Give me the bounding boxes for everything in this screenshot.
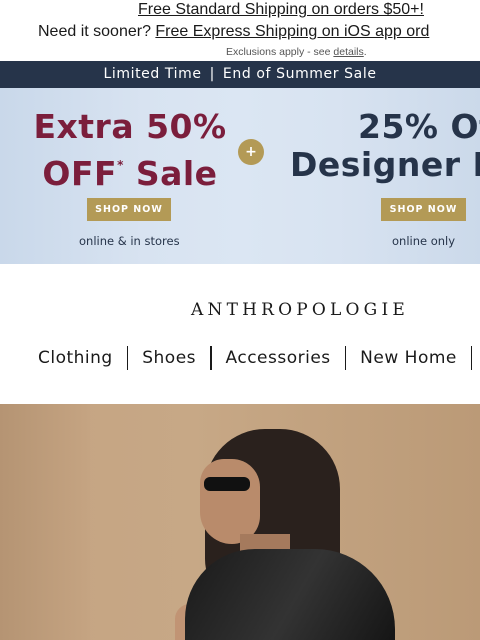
- exclusions-suffix: .: [363, 46, 367, 58]
- sale-banner[interactable]: Limited Time | End of Summer Sale: [0, 61, 480, 88]
- sunglasses-icon: [204, 477, 250, 491]
- exclusions-prefix: Exclusions apply - see: [226, 46, 334, 58]
- nav-item-accessories[interactable]: Accessories: [226, 348, 331, 368]
- model-face: [200, 459, 260, 544]
- details-link[interactable]: details: [333, 46, 363, 58]
- banner-right: End of Summer Sale: [222, 66, 377, 82]
- exclusions-line: Exclusions apply - see details.: [226, 45, 367, 59]
- nav-item-shoes[interactable]: Shoes: [142, 348, 196, 368]
- nav-divider: [470, 346, 473, 370]
- shipping-header: Free Standard Shipping on orders $50+! N…: [0, 0, 480, 60]
- banner-sep: |: [209, 66, 215, 82]
- promo-left-heading[interactable]: Extra 50% OFF* Sale: [20, 108, 240, 193]
- promo-right-subtext: online only: [392, 234, 456, 248]
- express-shipping-link[interactable]: Free Express Shipping on iOS app ord: [155, 23, 429, 40]
- banner-left: Limited Time: [103, 66, 202, 82]
- express-shipping-line: Need it sooner? Free Express Shipping on…: [38, 22, 429, 42]
- promo-right-heading[interactable]: 25% Off Designer De: [290, 108, 480, 184]
- shop-now-left-button[interactable]: SHOP NOW: [87, 198, 171, 221]
- shop-now-right-button[interactable]: SHOP NOW: [381, 198, 466, 221]
- anthropologie-logo[interactable]: ANTHROPOLOGIE: [0, 300, 480, 320]
- promo-left-line1: Extra 50%: [33, 107, 227, 146]
- promo-banner: Extra 50% OFF* Sale + 25% Off Designer D…: [0, 88, 480, 264]
- promo-sale: Sale: [123, 154, 218, 193]
- free-shipping-link[interactable]: Free Standard Shipping on orders $50+!: [138, 0, 424, 20]
- plus-icon: +: [238, 139, 264, 165]
- nav-divider: [210, 346, 212, 370]
- leather-top: [185, 549, 395, 640]
- promo-off: OFF: [42, 154, 118, 193]
- category-nav: Clothing Shoes Accessories New Home T: [38, 344, 480, 372]
- promo-right-line2: Designer De: [290, 145, 480, 184]
- nav-item-clothing[interactable]: Clothing: [38, 348, 113, 368]
- promo-asterisk: *: [117, 158, 124, 172]
- nav-item-new-home[interactable]: New Home: [360, 348, 457, 368]
- promo-right-line1: 25% Off: [358, 107, 480, 146]
- nav-divider: [126, 346, 129, 370]
- express-prefix: Need it sooner?: [38, 23, 156, 40]
- hero-wall: [0, 404, 90, 640]
- promo-left-line2: OFF* Sale: [20, 146, 240, 193]
- promo-left-subtext: online & in stores: [79, 234, 180, 248]
- hero-image[interactable]: [0, 404, 480, 640]
- nav-divider: [344, 346, 347, 370]
